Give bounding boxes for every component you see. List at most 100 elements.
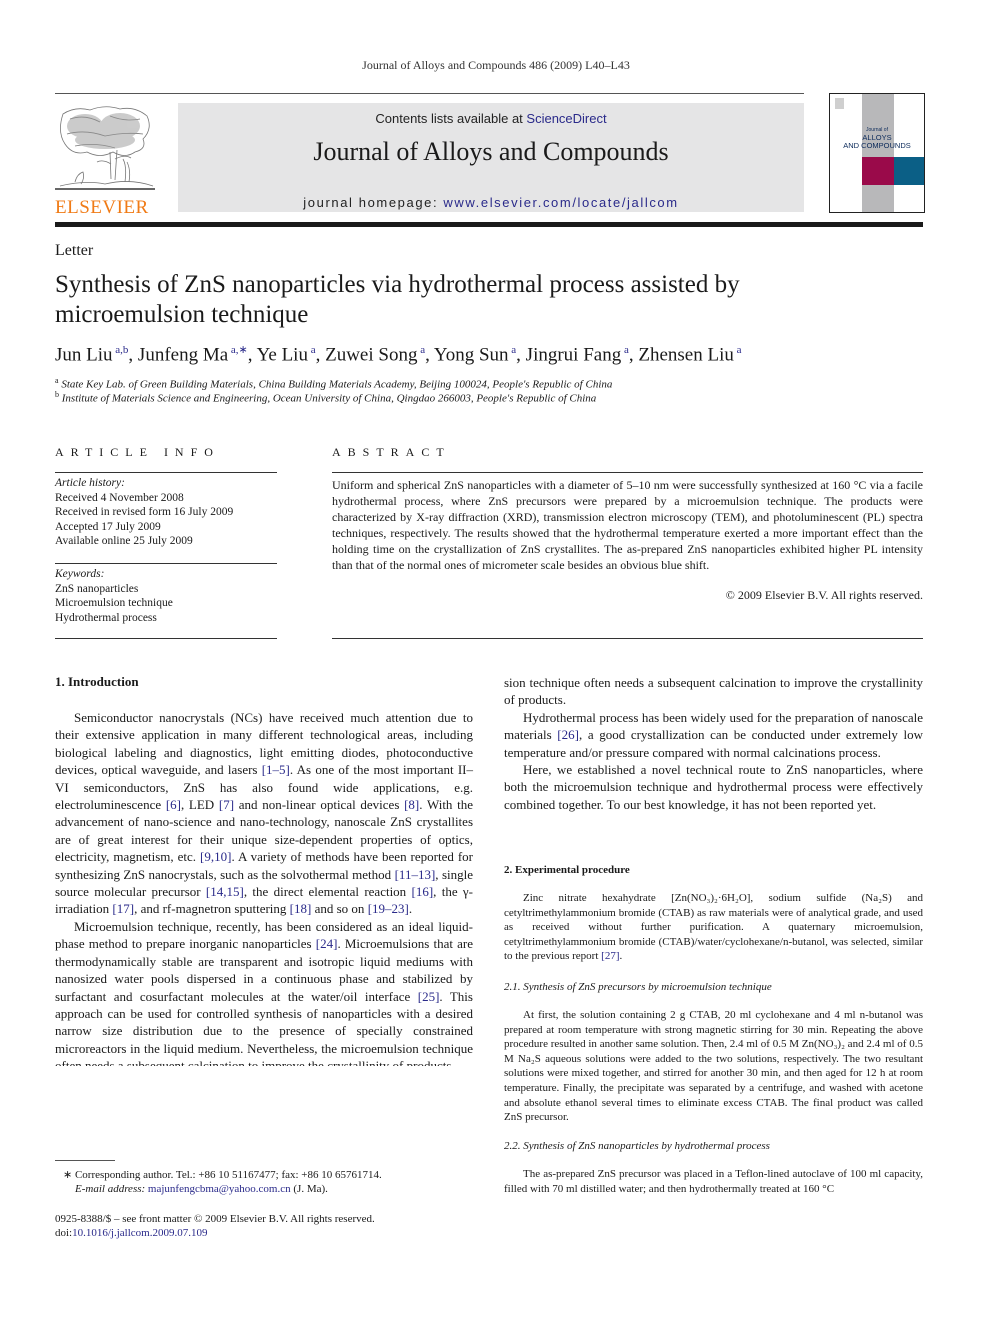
keywords-label: Keywords: [55, 568, 105, 580]
section-2-heading: 2. Experimental procedure [504, 864, 630, 876]
keyword: ZnS nanoparticles [55, 582, 139, 595]
keyword: Microemulsion technique [55, 597, 173, 609]
divider [55, 563, 277, 564]
abstract-copyright: © 2009 Elsevier B.V. All rights reserved… [725, 588, 923, 602]
paragraph-6: At first, the solution containing 2 g CT… [504, 1009, 923, 1124]
left-column: Semiconductor nanocrystals (NCs) have re… [55, 709, 473, 1066]
reference-link[interactable]: [14,15] [206, 884, 244, 899]
doi-link[interactable]: 10.1016/j.jallcom.2009.07.109 [72, 1227, 207, 1239]
reference-link[interactable]: [24] [316, 936, 338, 951]
email-note: E-mail address: majunfengcbma@yahoo.com.… [75, 1182, 328, 1196]
divider [332, 472, 923, 473]
author-name: Zuwei Song [325, 344, 418, 366]
doi-line: doi:10.1016/j.jallcom.2009.07.109 [55, 1226, 207, 1240]
reference-link[interactable]: [9,10] [200, 849, 231, 864]
article-info-heading: ARTICLE INFO [55, 445, 220, 459]
reference-link[interactable]: [18] [290, 901, 312, 916]
reference-link[interactable]: [25] [418, 989, 440, 1004]
elsevier-wordmark: ELSEVIER [55, 197, 149, 218]
tree-icon [55, 106, 155, 190]
cover-line3: AND COMPOUNDS [843, 141, 911, 150]
issn-line: 0925-8388/$ – see front matter © 2009 El… [55, 1213, 375, 1225]
corresponding-author-note: ∗ Corresponding author. Tel.: +86 10 511… [63, 1169, 382, 1181]
cover-grey-stripe [862, 94, 894, 212]
history-label: Article history: [55, 477, 125, 489]
affil-sup: a [55, 376, 59, 385]
email-link[interactable]: majunfengcbma@yahoo.com.cn [148, 1183, 291, 1195]
header-thick-rule [55, 222, 923, 227]
author-affiliation-link[interactable]: a [509, 344, 516, 356]
divider [332, 638, 923, 639]
history-item: Available online 25 July 2009 [55, 535, 193, 547]
section-2-2-text: The as-prepared ZnS precursor was placed… [504, 1167, 923, 1196]
section-2-1-heading: 2.1. Synthesis of ZnS precursors by micr… [504, 981, 772, 993]
paragraph-4: Here, we established a novel technical r… [504, 762, 923, 812]
contents-line: Contents lists available at ScienceDirec… [178, 111, 804, 126]
paragraph-5: Zinc nitrate hexahydrate [Zn(NO₃)₂·6H₂O]… [504, 892, 923, 963]
doi-label: doi: [55, 1227, 73, 1239]
author-affiliation-link[interactable]: a [308, 344, 316, 356]
article-type: Letter [55, 242, 94, 259]
affil-text: Institute of Materials Science and Engin… [61, 392, 597, 405]
paragraph-2-continued: sion technique often needs a subsequent … [504, 675, 923, 708]
top-rule [55, 93, 804, 94]
author-name: Jun Liu [55, 344, 113, 366]
paragraph-7: The as-prepared ZnS precursor was placed… [504, 1168, 923, 1195]
journal-title: Journal of Alloys and Compounds [313, 137, 669, 166]
cover-teal-block [894, 157, 924, 185]
section-2-text: Zinc nitrate hexahydrate [Zn(NO₃)₂·6H₂O]… [504, 891, 923, 964]
author-list: Jun Liu a,b, Junfeng Ma a,∗, Ye Liu a, Z… [55, 344, 742, 366]
divider [55, 638, 277, 639]
reference-link[interactable]: [6] [166, 797, 181, 812]
reference-link[interactable]: [16] [412, 884, 434, 899]
author-affiliation-link[interactable]: a [734, 344, 742, 356]
sciencedirect-link[interactable]: ScienceDirect [526, 111, 606, 126]
history-item: Accepted 17 July 2009 [55, 520, 161, 533]
reference-link[interactable]: [8] [404, 797, 419, 812]
homepage-line: journal homepage: www.elsevier.com/locat… [178, 195, 804, 210]
cover-title: Journal of ALLOYS AND COMPOUNDS [830, 126, 924, 150]
section-2-1-text: At first, the solution containing 2 g CT… [504, 1008, 923, 1125]
author-name: Yong Sun [433, 344, 509, 366]
right-column: sion technique often needs a subsequent … [504, 674, 923, 813]
reference-link[interactable]: [19–23] [368, 901, 409, 916]
reference-link[interactable]: [11–13] [395, 867, 436, 882]
author-affiliation-link[interactable]: a [417, 344, 425, 356]
journal-header-band: Contents lists available at ScienceDirec… [178, 103, 804, 212]
reference-link[interactable]: [7] [219, 797, 234, 812]
homepage-link[interactable]: www.elsevier.com/locate/jallcom [443, 195, 678, 210]
cover-publisher-icon [835, 98, 844, 109]
history-item: Received 4 November 2008 [55, 491, 184, 504]
author-affiliation-link[interactable]: a [621, 344, 629, 356]
reference-link[interactable]: [26] [557, 727, 579, 742]
affiliation-b: b Institute of Materials Science and Eng… [55, 390, 596, 405]
keywords: Keywords: ZnS nanoparticles Microemulsio… [55, 567, 277, 625]
title-line-1: Synthesis of ZnS nanoparticles via hydro… [55, 271, 740, 298]
contents-prefix: Contents lists available at [375, 111, 527, 126]
author-name: Junfeng Ma [137, 344, 229, 366]
author-affiliation-link[interactable]: a,b [113, 344, 128, 356]
author-name: Jingrui Fang [525, 344, 622, 366]
cover-magenta-block [862, 157, 894, 185]
section-1-heading: 1. Introduction [55, 674, 139, 689]
footnote-rule [55, 1160, 115, 1161]
reference-link[interactable]: [17] [112, 901, 134, 916]
divider [55, 472, 277, 473]
title-line-2: microemulsion technique [55, 301, 309, 328]
reference-link[interactable]: [27] [601, 950, 619, 962]
affiliation-a: a State Key Lab. of Green Building Mater… [55, 376, 612, 391]
homepage-prefix: journal homepage: [303, 195, 444, 210]
keyword: Hydrothermal process [55, 611, 157, 624]
section-2-2-heading: 2.2. Synthesis of ZnS nanoparticles by h… [504, 1140, 770, 1152]
paragraph-3: Hydrothermal process has been widely use… [504, 709, 924, 760]
running-head: Journal of Alloys and Compounds 486 (200… [362, 58, 630, 72]
author-name: Zhensen Liu [638, 344, 734, 366]
journal-cover[interactable]: Journal of ALLOYS AND COMPOUNDS [829, 93, 925, 213]
author-affiliation-link[interactable]: a,∗ [228, 344, 248, 356]
paragraph-2: Microemulsion technique, recently, has b… [55, 918, 473, 1066]
reference-link[interactable]: [1–5] [262, 762, 290, 777]
article-history: Article history: Received 4 November 200… [55, 476, 277, 549]
paragraph-1: Semiconductor nanocrystals (NCs) have re… [55, 710, 474, 917]
affil-text: State Key Lab. of Green Building Materia… [61, 378, 613, 391]
elsevier-logo[interactable]: ELSEVIER [55, 104, 155, 218]
